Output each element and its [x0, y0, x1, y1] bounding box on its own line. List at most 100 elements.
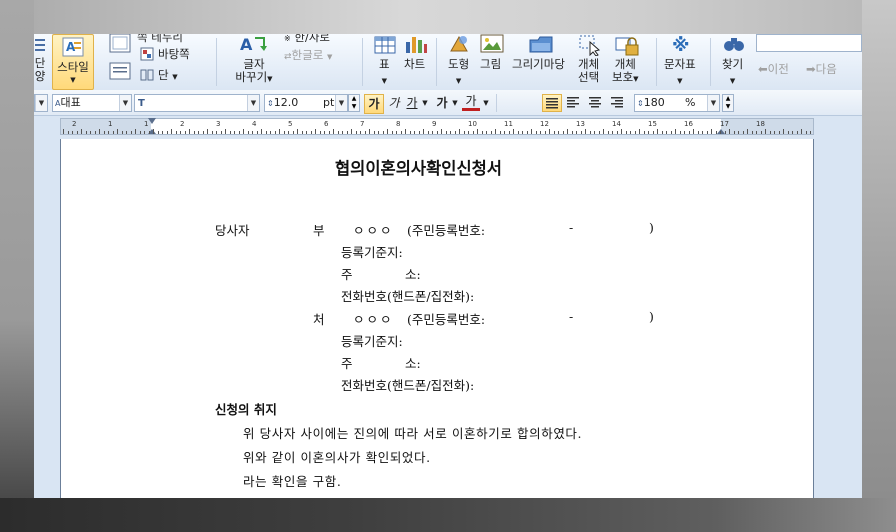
svg-text:※: ※ [672, 35, 690, 54]
style-dropdown-arrow: ▼ [70, 76, 76, 84]
ruler-tick [130, 131, 132, 134]
ruler-tick [783, 129, 784, 134]
font-size-spinner[interactable]: ▲ ▼ [348, 94, 360, 112]
husband-name: ㅇㅇㅇ [353, 223, 394, 238]
ruler-tick [765, 129, 766, 134]
first-indent-marker[interactable] [148, 118, 156, 124]
underline-button[interactable]: 가 [404, 94, 420, 112]
protect-object-button[interactable]: 개체 보호▼ [612, 58, 639, 86]
ruler-tick [355, 131, 357, 134]
shape-arrow: ▼ [455, 77, 462, 85]
ruler-tick [756, 131, 757, 134]
ruler-tick [288, 131, 289, 134]
prev-arrow-icon: ⬅ [758, 62, 768, 76]
align-right-icon[interactable] [608, 94, 626, 110]
font-select[interactable]: T ▼ [134, 94, 260, 112]
find-next-button[interactable]: ➡다음 [806, 63, 837, 76]
ruler-tick [598, 131, 600, 134]
horizontal-ruler[interactable]: 2 1 1 2 3 4 5 6 7 8 9 10 11 12 13 14 15 16 17 18 [60, 118, 814, 135]
italic-button[interactable]: 가 [386, 94, 402, 112]
line-spacing-spinner[interactable]: ▲ ▼ [722, 94, 734, 112]
ruler-number: 1 [108, 120, 113, 128]
ruler-tick [562, 131, 564, 134]
align-center-icon[interactable] [586, 94, 604, 110]
page-border-icon[interactable] [108, 34, 132, 54]
bold-button[interactable]: 가 [364, 94, 384, 114]
ruler-tick [238, 131, 240, 134]
ruler-tick [760, 131, 762, 134]
find-arrow: ▼ [729, 77, 736, 85]
partial-combo[interactable]: ▼ [34, 94, 48, 112]
justify-align-icon[interactable] [542, 94, 562, 112]
hanja-button[interactable]: ※ 한/자로 [284, 34, 330, 45]
husband-label: 부 [313, 223, 325, 238]
ruler-tick [459, 129, 460, 134]
ruler-tick [499, 131, 501, 134]
ruler-tick [418, 131, 420, 134]
ruler-tick [382, 131, 384, 134]
underline-dropdown[interactable]: ▼ [421, 94, 429, 112]
style-select[interactable]: A대표 ▼ [52, 94, 132, 112]
wife-reg-label: 등록기준지: [341, 334, 403, 349]
table-button[interactable]: 표 ▼ [379, 58, 390, 88]
to-hangul-label: 한글로 [291, 48, 324, 62]
formatting-toolbar: ▼ A대표 ▼ T ▼ ⇕12.0 pt ▼ ▲ ▼ 가 가 가 ▼ 가 ▼ 가 … [34, 90, 862, 116]
page-layout-icon[interactable] [108, 61, 132, 81]
clipart-button[interactable]: 그리기마당 [512, 58, 565, 71]
husband-id-close: ) [649, 220, 654, 235]
husband-reg-label: 등록기준지: [341, 245, 403, 260]
ruler-tick [346, 131, 348, 134]
to-hangul-button[interactable]: ⇄한글로 ▼ [284, 49, 332, 64]
hanja-label: 한/자로 [294, 34, 330, 44]
ruler-tick [162, 131, 163, 134]
align-left-icon[interactable] [564, 94, 582, 110]
ruler-tick [603, 129, 604, 134]
select-object-button[interactable]: 개체 선택 [578, 58, 599, 84]
replace-button[interactable]: 글자 바꾸기▼ [232, 58, 276, 86]
find-prev-button[interactable]: ⬅이전 [758, 63, 789, 76]
columns-button[interactable]: 단 ▼ [158, 69, 178, 84]
line-spacing-field[interactable]: ⇕180 % ▼ [634, 94, 720, 112]
ruler-tick [729, 129, 730, 134]
ruler-tick [112, 131, 114, 134]
ruler-tick [351, 129, 352, 134]
strike-button[interactable]: 가 [434, 94, 450, 112]
document-page[interactable]: 협의이혼의사확인신청서 당사자 부 ㅇㅇㅇ (주민등록번호: - ) 등록기준지… [60, 139, 814, 498]
ruler-number: 6 [324, 120, 329, 128]
symbol-button[interactable]: 문자표 ▼ [664, 58, 696, 88]
find-input[interactable] [756, 34, 862, 52]
paragraph-shape-button[interactable]: 단 양 [34, 36, 46, 83]
page-border-label[interactable]: 쪽 테두리 [137, 34, 183, 44]
font-size-value: 12.0 [273, 96, 299, 109]
background-page-button[interactable]: 바탕쪽 [158, 48, 190, 61]
ruler-tick [796, 131, 798, 134]
font-color-dropdown[interactable]: ▼ [482, 94, 490, 112]
purpose-line-2: 위와 같이 이혼의사가 확인되었다. [243, 450, 431, 465]
font-color-button[interactable]: 가 [462, 94, 480, 111]
ruler-tick [693, 129, 694, 134]
truetype-font-icon: T [138, 98, 145, 109]
font-size-field[interactable]: ⇕12.0 pt ▼ [264, 94, 348, 112]
strike-dropdown[interactable]: ▼ [451, 94, 459, 112]
ruler-tick [774, 131, 775, 134]
binoculars-icon [724, 38, 744, 51]
ruler-tick [400, 131, 402, 134]
ruler-tick [738, 131, 739, 134]
ruler-tick [625, 131, 627, 134]
picture-button[interactable]: 그림 [480, 58, 501, 71]
ruler-tick [256, 131, 258, 134]
separator [436, 38, 437, 86]
ruler-tick [126, 131, 127, 134]
find-button[interactable]: 찾기 ▼ [722, 58, 743, 88]
shape-button[interactable]: 도형 ▼ [448, 58, 469, 88]
table-arrow: ▼ [381, 77, 387, 85]
chart-button[interactable]: 차트 [404, 58, 425, 71]
ruler-tick [333, 129, 334, 134]
ruler-tick [630, 131, 631, 134]
font-size-icon: ⇕ [267, 99, 274, 108]
ruler-tick [117, 129, 118, 134]
ruler-tick [265, 131, 267, 134]
style-button[interactable]: A 스타일 ▼ [52, 34, 94, 90]
ruler-tick [810, 131, 811, 134]
separator [216, 38, 217, 86]
